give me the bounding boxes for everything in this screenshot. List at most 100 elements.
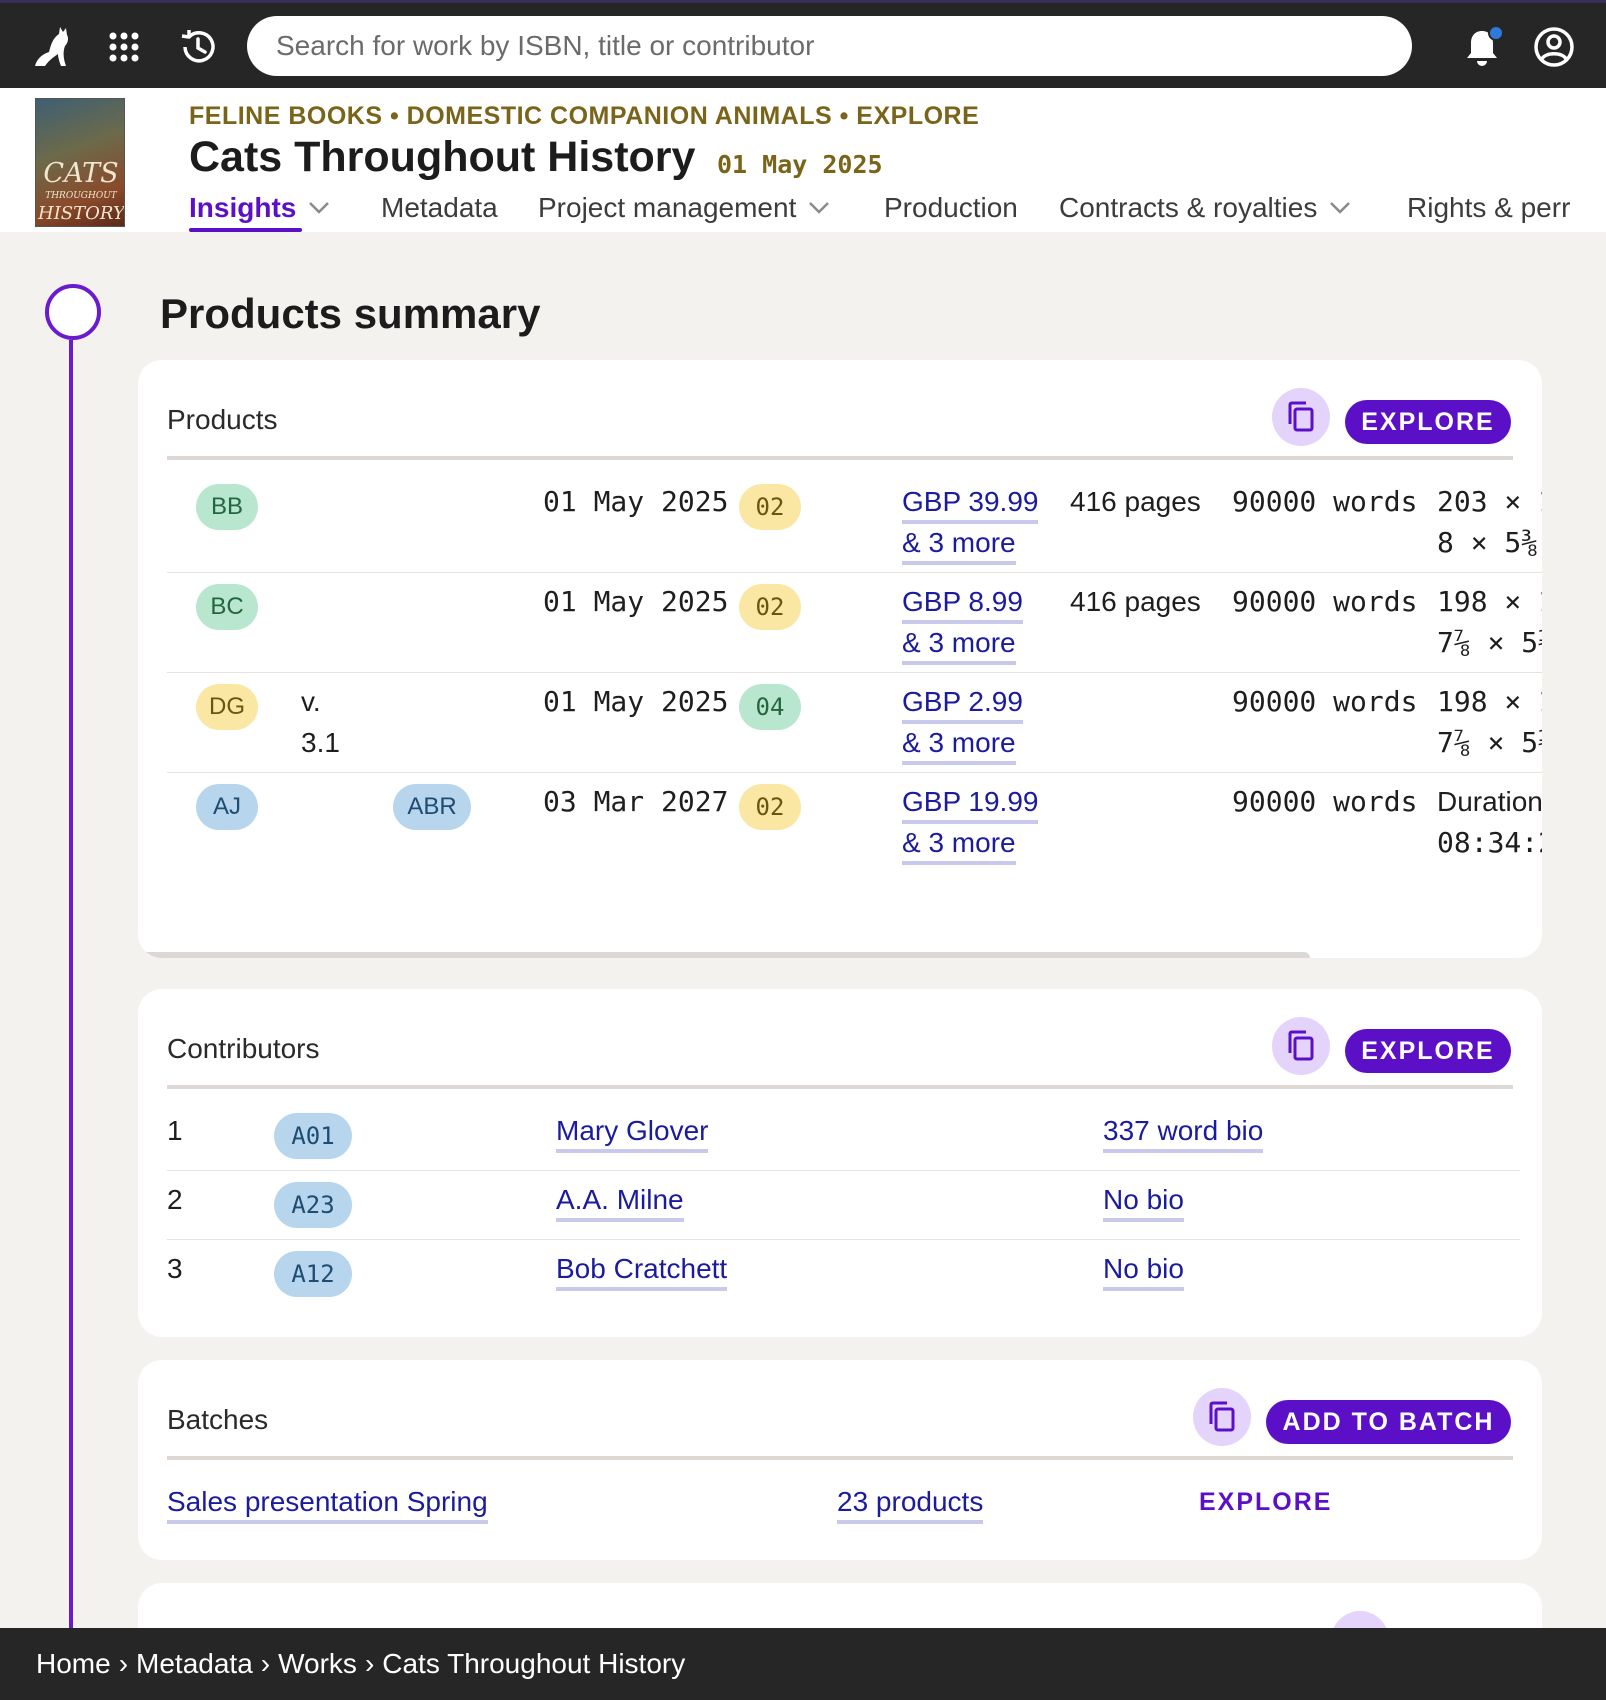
price-link[interactable]: GBP 8.99 [902,584,1023,624]
contributor-name-link[interactable]: Mary Glover [556,1113,709,1153]
tab-insights[interactable]: Insights [189,192,330,232]
dimensions-inches: 7⅞ × 5⅟ [1437,726,1542,759]
more-prices-cell: & 3 more [902,823,1016,865]
breadcrumb-current: Cats Throughout History [382,1648,686,1679]
tab-contracts-royalties-label: Contracts & royalties [1059,192,1318,223]
more-prices-link[interactable]: & 3 more [902,525,1016,565]
cover-subtitle-2: HISTORY [38,203,125,224]
price-link[interactable]: GBP 39.99 [902,484,1039,524]
contributor-sequence: 2 [167,1184,183,1215]
batch-count-link[interactable]: 23 products [837,1484,984,1524]
tab-rights-permissions[interactable]: Rights & perr [1407,192,1570,224]
product-date: 01 May 2025 [543,685,729,718]
price-link[interactable]: GBP 2.99 [902,684,1023,724]
bio-cell: No bio [1103,1180,1184,1222]
batches-card: Batches ADD TO BATCH Sales presentation … [138,1360,1542,1560]
breadcrumb-home[interactable]: Home [36,1648,111,1680]
page-title: Cats Throughout History [189,133,696,181]
more-prices-link[interactable]: & 3 more [902,625,1016,665]
breadcrumb-works[interactable]: Works [278,1648,357,1680]
more-prices-cell: & 3 more [902,723,1016,765]
batches-card-header: Batches ADD TO BATCH [167,1360,1513,1460]
dimensions-inches: 8 × 5⅜ i [1437,526,1542,559]
product-date: 01 May 2025 [543,485,729,518]
product-date: 03 Mar 2027 [543,785,729,818]
breadcrumb-separator: › [260,1648,271,1679]
cover-title: CATS [43,158,119,189]
history-icon[interactable] [172,21,224,73]
contributor-name-link[interactable]: Bob Cratchett [556,1251,728,1291]
batch-name-link[interactable]: Sales presentation Spring [167,1484,488,1524]
more-prices-link[interactable]: & 3 more [902,825,1016,865]
section-title: Products summary [160,290,541,337]
product-date: 01 May 2025 [543,585,729,618]
bio-link[interactable]: No bio [1103,1182,1184,1222]
role-badge: A01 [274,1113,352,1159]
status-badge: 02 [739,784,801,830]
more-prices-link[interactable]: & 3 more [902,725,1016,765]
book-cover[interactable]: CATS THROUGHOUT HISTORY [35,98,125,227]
page-count: 416 pages [1070,586,1201,617]
contributor-name-link[interactable]: A.A. Milne [556,1182,684,1222]
status-badge: 02 [739,584,801,630]
products-explore-button[interactable]: EXPLORE [1345,400,1511,444]
breadcrumb-metadata[interactable]: Metadata [136,1648,253,1680]
contributor-sequence: 1 [167,1115,183,1146]
horizontal-scrollbar[interactable] [140,952,1310,958]
bio-link[interactable]: 337 word bio [1103,1113,1264,1153]
format-badge: BB [196,484,258,530]
copy-icon [1288,1030,1314,1061]
add-to-batch-button[interactable]: ADD TO BATCH [1266,1400,1511,1444]
row-divider [167,772,1542,773]
copy-button[interactable] [1272,388,1330,446]
role-badge: A23 [274,1182,352,1228]
work-header: CATS THROUGHOUT HISTORY FELINE BOOKS • D… [0,88,1606,232]
contributor-name-cell: A.A. Milne [556,1180,684,1222]
tab-rights-permissions-label: Rights & perr [1407,192,1571,223]
tab-metadata[interactable]: Metadata [381,192,498,224]
copy-icon [1288,401,1314,432]
more-prices-cell: & 3 more [902,523,1016,565]
chevron-down-icon [309,202,330,214]
row-divider [167,1170,1520,1171]
price-cell: GBP 19.99 [902,782,1039,824]
batch-explore-link[interactable]: EXPLORE [1199,1482,1332,1522]
price-link[interactable]: GBP 19.99 [902,784,1039,824]
tab-metadata-label: Metadata [381,192,498,223]
account-icon[interactable] [1528,21,1580,73]
dimensions: 203 × 13 [1437,485,1542,518]
version-number: 3.1 [301,727,340,758]
status-badge: 02 [739,484,801,530]
tab-production[interactable]: Production [884,192,1018,224]
code-badge: ABR [393,784,471,830]
bio-link[interactable]: No bio [1103,1251,1184,1291]
bell-icon[interactable] [1456,21,1508,73]
tab-project-management[interactable]: Project management [538,192,830,224]
products-card: Products EXPLORE BB 01 May 2025 02 GBP 3… [138,360,1542,958]
price-cell: GBP 2.99 [902,682,1023,724]
work-breadcrumb[interactable]: FELINE BOOKS • DOMESTIC COMPANION ANIMAL… [189,102,979,131]
cat-logo-icon[interactable] [26,21,78,73]
contributors-explore-button[interactable]: EXPLORE [1345,1029,1511,1073]
role-badge: A12 [274,1251,352,1297]
row-divider [167,1239,1520,1240]
bio-cell: No bio [1103,1249,1184,1291]
timeline-node [45,284,101,340]
tab-contracts-royalties[interactable]: Contracts & royalties [1059,192,1351,224]
duration-label: Duration [1437,786,1542,817]
dimensions: 198 × 12 [1437,685,1542,718]
word-count: 90000 words [1232,585,1418,618]
more-prices-cell: & 3 more [902,623,1016,665]
products-card-header: Products EXPLORE [167,360,1513,460]
copy-button[interactable] [1193,1388,1251,1446]
breadcrumb-separator: › [118,1648,129,1679]
row-divider [167,672,1542,673]
dimensions: 198 × 12 [1437,585,1542,618]
apps-grid-icon[interactable] [98,21,150,73]
copy-button[interactable] [1272,1017,1330,1075]
contributors-card-header: Contributors EXPLORE [167,989,1513,1089]
batch-name-cell: Sales presentation Spring [167,1482,488,1524]
dimensions-inches: 7⅞ × 5⅟ [1437,626,1542,659]
format-badge: AJ [196,784,258,830]
search-input[interactable] [247,16,1412,76]
